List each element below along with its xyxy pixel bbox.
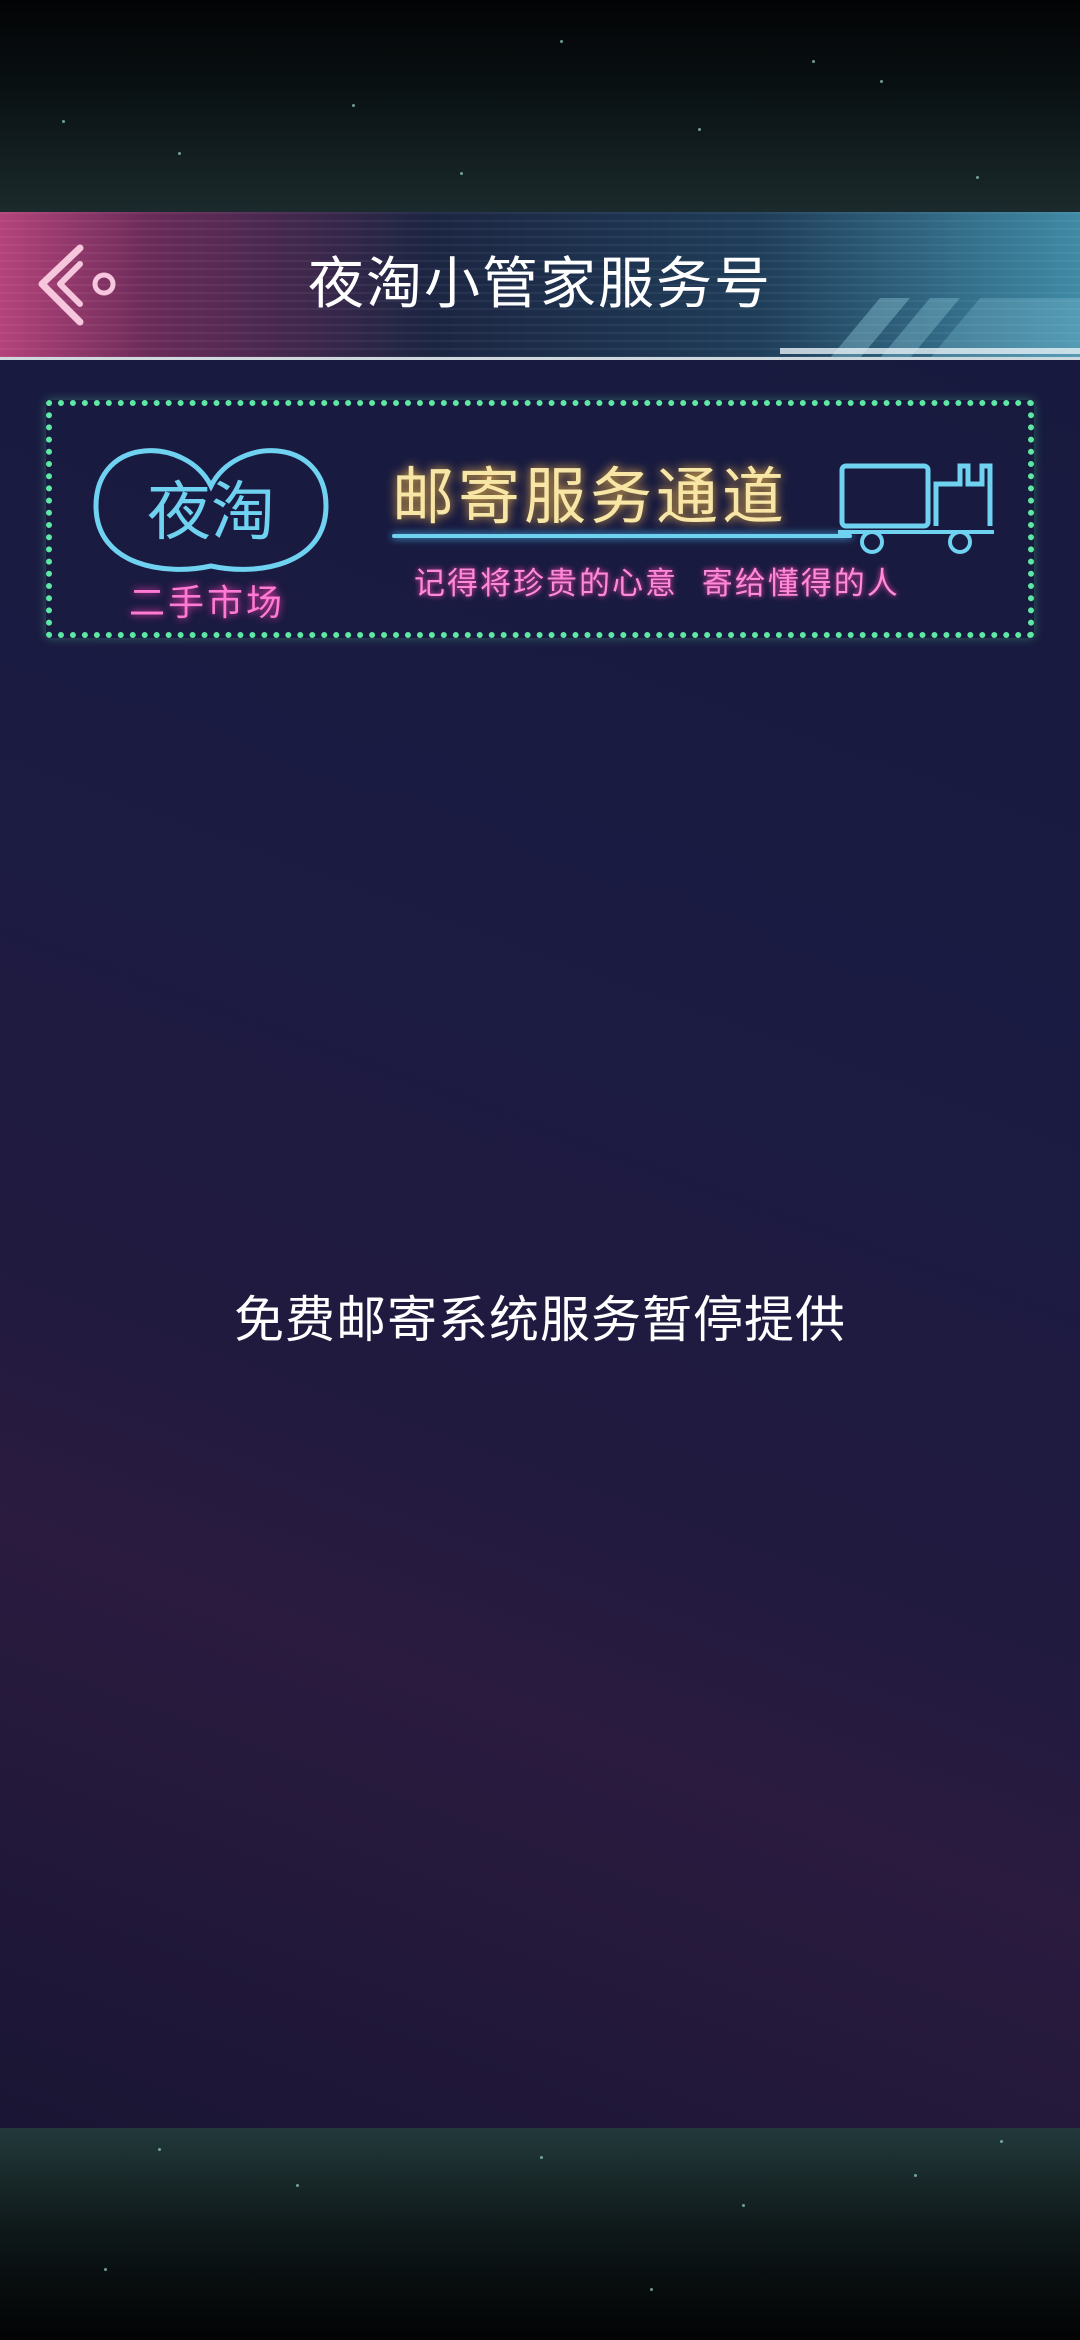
- header-bar: 夜淘小管家服务号: [0, 212, 1080, 360]
- banner-subtitle: 记得将珍贵的心意 寄给懂得的人: [414, 566, 900, 602]
- screen: 夜淘小管家服务号 夜淘 二手市场 邮寄服务通道 记得将珍贵的心意 寄给懂得的人: [0, 0, 1080, 2340]
- starfield-top: [0, 0, 1080, 212]
- logo-text: 夜淘: [147, 476, 275, 550]
- main-content: 夜淘 二手市场 邮寄服务通道 记得将珍贵的心意 寄给懂得的人 免费邮寄系统服务暂…: [0, 360, 1080, 2128]
- logo-subtitle: 二手市场: [128, 583, 285, 624]
- postal-service-banner: 夜淘 二手市场 邮寄服务通道 记得将珍贵的心意 寄给懂得的人: [46, 400, 1034, 638]
- service-suspended-notice: 免费邮寄系统服务暂停提供: [234, 1291, 846, 1349]
- chevron-left-icon: [38, 244, 116, 326]
- banner-divider: [392, 534, 852, 538]
- banner-title: 邮寄服务通道: [392, 460, 789, 533]
- header-decoration: [780, 298, 1080, 358]
- truck-icon: [838, 463, 994, 554]
- starfield-bottom: [0, 2128, 1080, 2340]
- back-button[interactable]: [28, 236, 124, 332]
